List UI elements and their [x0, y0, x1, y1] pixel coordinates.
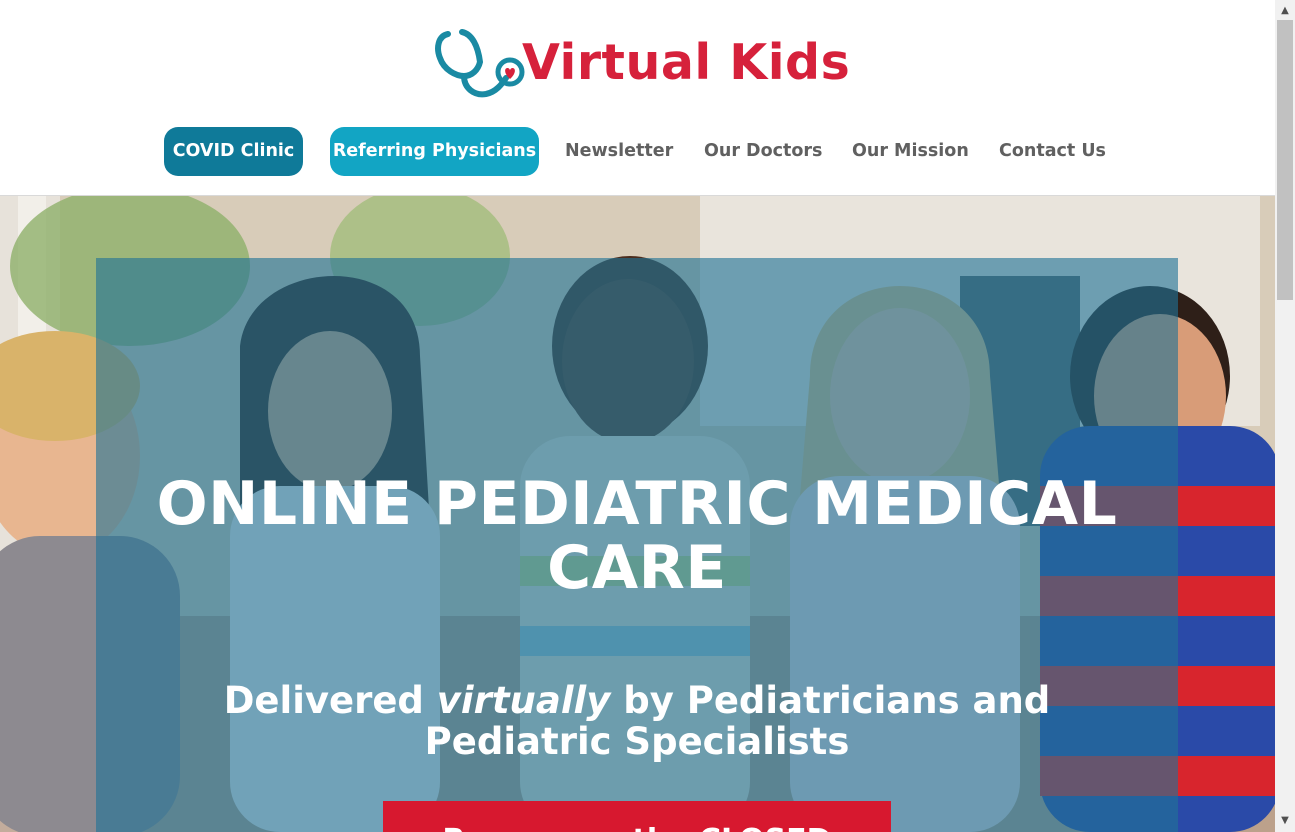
hero-title: ONLINE PEDIATRIC MEDICAL CARE — [156, 469, 1118, 603]
scroll-thumb[interactable] — [1277, 20, 1293, 300]
hero-cta-label: Reopen on the CLOSED — [442, 823, 831, 832]
hero-subtitle: Delivered virtually by Pediatricians and… — [130, 680, 1144, 762]
nav-link-contact-us[interactable]: Contact Us — [999, 127, 1106, 176]
site-logo[interactable]: Virtual Kids — [434, 26, 850, 100]
page-scrollbar[interactable]: ▲ ▼ — [1275, 0, 1295, 832]
nav-covid-clinic-button[interactable]: COVID Clinic — [164, 127, 303, 176]
nav-link-our-doctors[interactable]: Our Doctors — [704, 127, 822, 176]
hero-subtitle-prefix: Delivered — [223, 679, 437, 722]
brand-name: Virtual Kids — [522, 34, 851, 91]
hero-cta-button[interactable]: Reopen on the CLOSED — [383, 801, 891, 832]
nav-link-newsletter[interactable]: Newsletter — [565, 127, 673, 176]
hero-subtitle-emphasis: virtually — [436, 679, 611, 722]
stethoscope-heart-icon — [435, 29, 525, 98]
hero-section: ONLINE PEDIATRIC MEDICAL CARE Delivered … — [0, 196, 1275, 832]
site-header: Virtual Kids COVID Clinic Referring Phys… — [0, 0, 1275, 196]
scroll-down-arrow-icon[interactable]: ▼ — [1275, 812, 1295, 830]
scroll-up-arrow-icon[interactable]: ▲ — [1275, 2, 1295, 20]
main-nav: COVID Clinic Referring Physicians Newsle… — [0, 127, 1275, 176]
nav-link-our-mission[interactable]: Our Mission — [852, 127, 969, 176]
nav-referring-physicians-button[interactable]: Referring Physicians — [330, 127, 539, 176]
